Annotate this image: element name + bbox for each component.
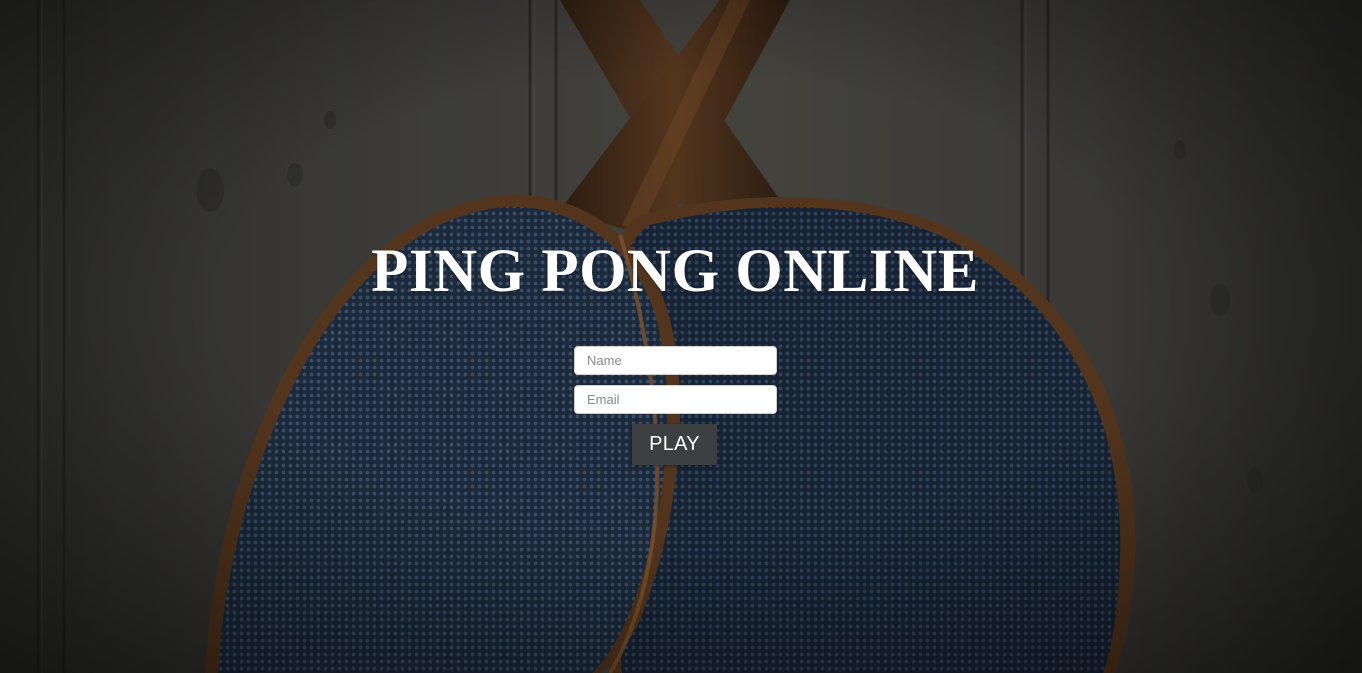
page-title: PING PONG ONLINE <box>371 238 979 305</box>
email-field[interactable] <box>574 385 777 414</box>
login-panel: PING PONG ONLINE PLAY <box>0 0 1362 673</box>
play-button[interactable]: PLAY <box>632 424 717 465</box>
name-field[interactable] <box>574 346 777 375</box>
